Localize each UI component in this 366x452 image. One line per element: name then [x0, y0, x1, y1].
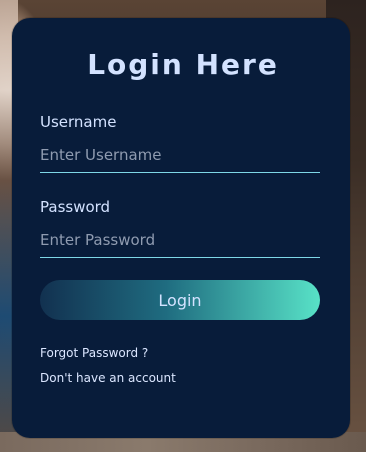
- username-input[interactable]: [40, 146, 320, 173]
- username-label: Username: [40, 113, 117, 131]
- no-account-link[interactable]: Don't have an account: [40, 371, 176, 385]
- password-input[interactable]: [40, 231, 320, 258]
- login-button[interactable]: Login: [40, 280, 320, 320]
- password-label: Password: [40, 198, 111, 216]
- forgot-password-link[interactable]: Forgot Password ?: [40, 346, 148, 360]
- login-title: Login Here: [87, 48, 279, 81]
